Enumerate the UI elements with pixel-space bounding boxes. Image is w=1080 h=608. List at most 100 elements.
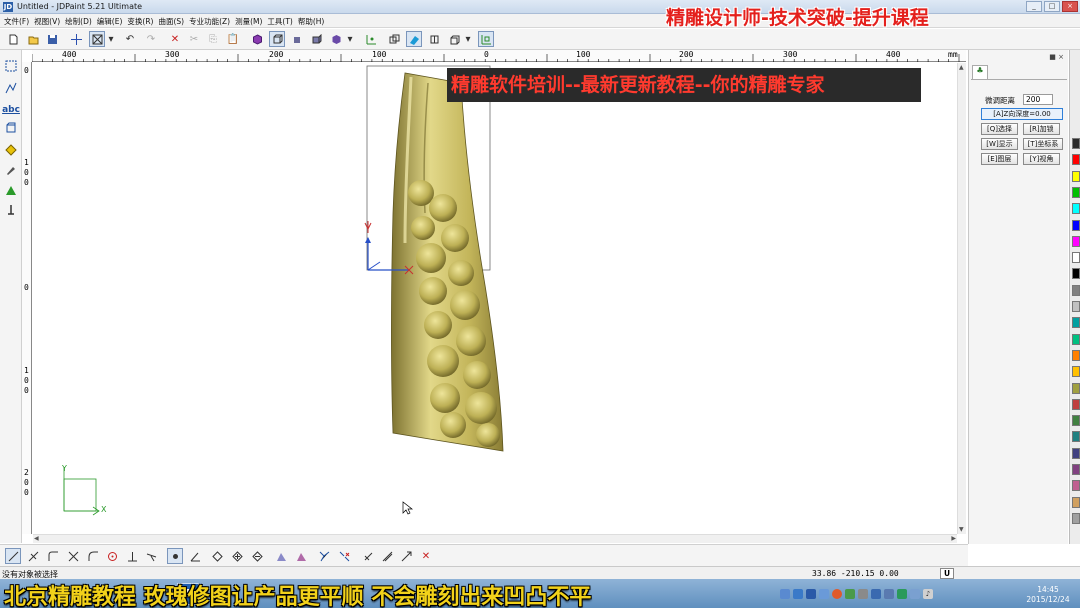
- color-swatch[interactable]: [1072, 333, 1080, 345]
- snap-angle-icon[interactable]: [187, 548, 203, 564]
- color-swatch[interactable]: [1072, 480, 1080, 492]
- panel-tab-icon[interactable]: ♣: [972, 65, 988, 79]
- rose-carving-model[interactable]: [391, 72, 504, 452]
- new-file-icon[interactable]: [5, 31, 21, 47]
- tangent-icon[interactable]: [143, 548, 159, 564]
- color-swatch[interactable]: [1072, 464, 1080, 475]
- color-swatch[interactable]: [1072, 398, 1080, 410]
- tray-battery-icon[interactable]: [858, 589, 868, 599]
- tray-display-icon[interactable]: [884, 589, 894, 599]
- trim-icon[interactable]: [25, 548, 41, 564]
- intersect-icon[interactable]: [65, 548, 81, 564]
- cut-icon[interactable]: ✂: [186, 31, 202, 47]
- tray-ime-icon[interactable]: [793, 589, 803, 599]
- line-tool-icon[interactable]: [5, 548, 21, 564]
- color-swatch[interactable]: [1072, 154, 1080, 166]
- tray-chat-icon[interactable]: [910, 589, 920, 599]
- tray-security-icon[interactable]: [832, 589, 842, 599]
- front-view-icon[interactable]: [289, 31, 305, 47]
- layer-button[interactable]: [E]图层: [981, 153, 1018, 165]
- maximize-icon[interactable]: □: [1044, 1, 1060, 12]
- select-rect-icon[interactable]: [3, 58, 19, 74]
- chevron-down-icon[interactable]: ▾: [463, 31, 473, 47]
- color-swatch[interactable]: [1072, 138, 1080, 149]
- color-swatch[interactable]: [1072, 284, 1080, 296]
- panel-close-icon[interactable]: ■ ×: [1049, 53, 1064, 61]
- color-swatch[interactable]: [1072, 235, 1080, 247]
- coordinate-snap-icon[interactable]: [478, 31, 494, 47]
- taskbar-clock[interactable]: 14:45 2015/12/24: [1018, 585, 1078, 605]
- node-edit-icon[interactable]: [209, 548, 225, 564]
- color-swatch[interactable]: [1072, 512, 1080, 524]
- window-select-icon[interactable]: [89, 31, 105, 47]
- break-icon[interactable]: [336, 548, 352, 564]
- color-swatch[interactable]: [1072, 496, 1080, 508]
- color-swatch[interactable]: [1072, 268, 1080, 280]
- engrave-tool-icon[interactable]: [3, 202, 19, 218]
- redo-icon[interactable]: ↷: [143, 31, 159, 47]
- lock-button[interactable]: [R]加锁: [1023, 123, 1060, 135]
- tray-network-icon[interactable]: [780, 589, 790, 599]
- tray-wifi-icon[interactable]: [897, 589, 907, 599]
- corner-icon[interactable]: [45, 548, 61, 564]
- color-swatch[interactable]: [1072, 366, 1080, 378]
- color-swatch[interactable]: [1072, 252, 1080, 264]
- menu-view[interactable]: 视图(V): [34, 14, 65, 27]
- scroll-down-icon[interactable]: ▼: [959, 526, 964, 533]
- unit-toggle[interactable]: U: [940, 568, 954, 579]
- color-swatch[interactable]: [1072, 415, 1080, 427]
- cancel-icon[interactable]: ✕: [418, 548, 434, 564]
- paste-icon[interactable]: 📋: [225, 31, 241, 47]
- pen-tool-icon[interactable]: [3, 162, 19, 178]
- tray-shield-icon[interactable]: [871, 589, 881, 599]
- tray-sync-icon[interactable]: [845, 589, 855, 599]
- scroll-up-icon[interactable]: ▲: [959, 64, 964, 71]
- layer-copy-icon[interactable]: [386, 31, 402, 47]
- color-swatch[interactable]: [1072, 447, 1080, 459]
- scroll-right-icon[interactable]: ▶: [951, 535, 956, 542]
- color-swatch[interactable]: [1072, 382, 1080, 394]
- display-button[interactable]: [W]显示: [981, 138, 1018, 150]
- shaded-view-icon[interactable]: [249, 31, 265, 47]
- color-swatch[interactable]: [1072, 431, 1080, 443]
- circle-center-icon[interactable]: [104, 548, 120, 564]
- menu-measure[interactable]: 测量(M): [235, 14, 267, 27]
- coordinate-system-button[interactable]: [T]坐标系: [1023, 138, 1063, 150]
- fine-distance-input[interactable]: 200: [1023, 94, 1053, 105]
- horizontal-scrollbar[interactable]: ◀ ▶: [33, 534, 957, 543]
- scroll-left-icon[interactable]: ◀: [34, 535, 39, 542]
- text-tool-icon[interactable]: abc: [2, 102, 20, 118]
- surface-fill-icon[interactable]: [273, 548, 289, 564]
- menu-edit[interactable]: 编辑(E): [97, 14, 128, 27]
- delete-icon[interactable]: ✕: [167, 31, 183, 47]
- drawing-canvas[interactable]: Y X: [33, 63, 957, 534]
- menu-draw[interactable]: 绘制(D): [65, 14, 97, 27]
- copy-icon[interactable]: ⎘: [205, 31, 221, 47]
- menu-file[interactable]: 文件(F): [4, 14, 34, 27]
- snap-point-icon[interactable]: [167, 548, 183, 564]
- diamond-tool-icon[interactable]: [3, 142, 19, 158]
- rotate-view-icon[interactable]: [328, 31, 344, 47]
- vertical-scrollbar[interactable]: ▲ ▼: [957, 63, 966, 534]
- color-swatch[interactable]: [1072, 301, 1080, 312]
- close-icon[interactable]: ×: [1062, 1, 1078, 12]
- tray-update-icon[interactable]: [819, 589, 829, 599]
- minimize-icon[interactable]: _: [1026, 1, 1042, 12]
- node-add-icon[interactable]: [229, 548, 245, 564]
- box-view-icon[interactable]: [446, 31, 462, 47]
- wireframe-view-icon[interactable]: [269, 31, 285, 47]
- render-icon[interactable]: [406, 31, 422, 47]
- undo-icon[interactable]: ↶: [122, 31, 138, 47]
- menu-surface[interactable]: 曲面(S): [158, 14, 189, 27]
- color-swatch[interactable]: [1072, 170, 1080, 182]
- color-swatch[interactable]: [1072, 186, 1080, 198]
- offset-icon[interactable]: [379, 548, 395, 564]
- extend-icon[interactable]: [398, 548, 414, 564]
- color-swatch[interactable]: [1072, 317, 1080, 329]
- menu-help[interactable]: 帮助(H): [298, 14, 330, 27]
- polyline-icon[interactable]: [3, 80, 19, 96]
- crosshair-icon[interactable]: [68, 31, 84, 47]
- surface-edit-icon[interactable]: [293, 548, 309, 564]
- grid-snap-icon[interactable]: [363, 31, 379, 47]
- menu-tools[interactable]: 工具(T): [267, 14, 297, 27]
